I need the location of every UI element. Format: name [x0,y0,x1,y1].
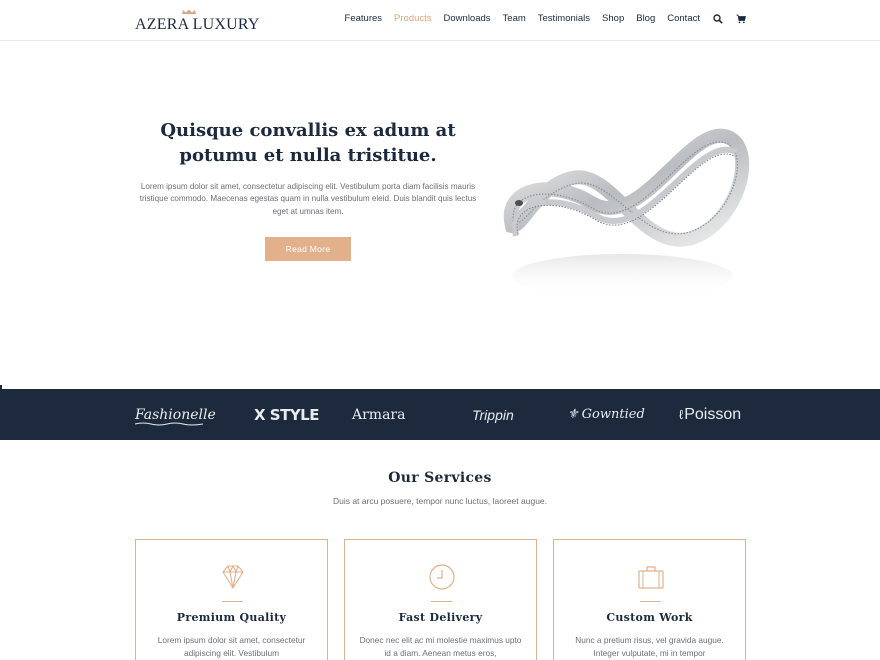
search-icon[interactable] [713,13,723,24]
nav-item-contact[interactable]: Contact [667,13,700,24]
nav-item-products[interactable]: Products [394,13,432,24]
nav-item-blog[interactable]: Blog [636,13,655,24]
diamond-icon [222,565,244,589]
bar-edge [0,385,2,389]
card-title: Premium Quality [176,611,287,624]
brand-name: Trippin [472,406,514,423]
brand-logo-poisson[interactable]: ℓ Poisson [679,389,741,440]
brand-name: Poisson [684,405,742,423]
briefcase-icon [638,566,664,589]
card-title: Fast Delivery [398,611,483,624]
divider [222,601,243,602]
card-title: Custom Work [606,611,693,624]
brand-logo-armara[interactable]: Armara [352,389,405,440]
wave-ornament [135,422,203,426]
fleur-icon: ⚜ [567,407,579,422]
clock-icon [429,564,455,590]
read-more-button[interactable]: Read More [265,237,351,261]
service-card-premium-quality: Premium Quality Lorem ipsum dolor sit am… [135,539,328,660]
divider [640,601,661,602]
nav-item-downloads[interactable]: Downloads [444,13,491,24]
diamond-ring-image [503,128,750,298]
fish-icon: ℓ [679,407,684,422]
card-text: Nunc a pretium risus, vel gravida augue.… [575,635,724,658]
hero-title: Quisque convallis ex adum at potumu et n… [160,120,456,166]
logo-text: AZERA LUXURY [135,16,260,33]
brand-name: X STYLE [254,405,320,424]
brand-logos-bar: Fashionelle X STYLE Armara Trippin ⚜ Gow… [0,385,880,440]
main-nav: Features Products Downloads Team Testimo… [333,13,746,24]
brand-name: Gowntied [581,407,645,422]
site-logo[interactable]: AZERA LUXURY [135,9,259,35]
services-title: Our Services [388,470,492,486]
hero-text: Lorem ipsum dolor sit amet, consectetur … [139,182,477,216]
card-text: Lorem ipsum dolor sit amet, consectetur … [157,635,306,658]
nav-item-testimonials[interactable]: Testimonials [538,13,590,24]
service-card-fast-delivery: Fast Delivery Donec nec elit ac mi moles… [344,539,537,660]
brand-logo-trippin[interactable]: Trippin [472,389,514,440]
brand-logo-xstyle[interactable]: X STYLE [254,389,320,440]
card-text: Donec nec elit ac mi molestie maximus up… [359,635,522,658]
brand-name: Armara [352,406,406,423]
service-card-custom-work: Custom Work Nunc a pretium risus, vel gr… [553,539,746,660]
nav-item-shop[interactable]: Shop [602,13,624,24]
cart-icon[interactable] [736,14,746,24]
brand-logo-fashionelle[interactable]: Fashionelle [135,389,216,440]
services-subtitle: Duis at arcu posuere, tempor nunc luctus… [332,496,548,506]
brand-name: Fashionelle [135,406,216,423]
nav-item-team[interactable]: Team [503,13,526,24]
crown-icon [182,9,196,14]
brand-logo-gowntied[interactable]: ⚜ Gowntied [567,389,645,440]
site-header: AZERA LUXURY Features Products Downloads… [0,0,880,41]
nav-item-features[interactable]: Features [345,13,383,24]
divider [431,601,452,602]
